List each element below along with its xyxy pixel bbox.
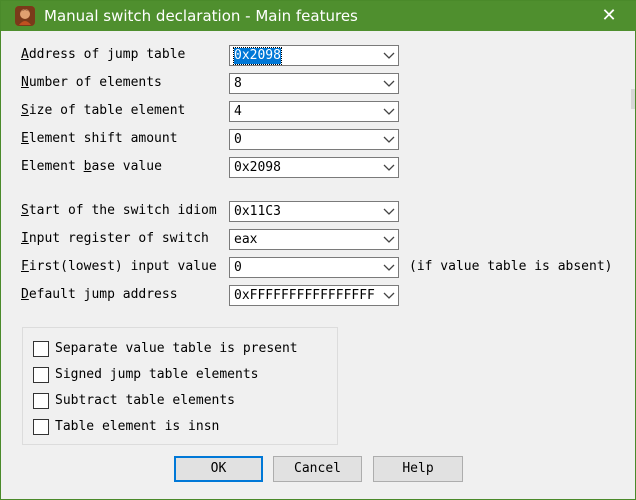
chevron-down-icon[interactable] <box>383 52 395 60</box>
checkbox[interactable] <box>33 367 49 383</box>
close-icon[interactable]: ✕ <box>599 6 619 26</box>
access-key: D <box>21 287 29 302</box>
access-key: b <box>83 159 92 174</box>
app-icon <box>15 6 35 26</box>
combo-value[interactable]: 4 <box>234 104 242 120</box>
combo-value[interactable]: 0x11C3 <box>234 204 281 220</box>
ok-button[interactable]: OK <box>174 456 263 482</box>
number-of-elements-combo[interactable]: 8 <box>229 73 399 94</box>
chevron-down-icon[interactable] <box>383 136 395 144</box>
window-title: Manual switch declaration - Main feature… <box>44 7 358 25</box>
value-table-note: (if value table is absent) <box>409 259 613 274</box>
label-element-base-value: Element base value <box>21 159 162 174</box>
checkbox[interactable] <box>33 393 49 409</box>
default-jump-address-combo[interactable]: 0xFFFFFFFFFFFFFFFF <box>229 285 399 306</box>
checkbox-label[interactable]: Table element is insn <box>55 419 219 435</box>
combo-value[interactable]: 8 <box>234 76 242 92</box>
access-key: S <box>21 203 29 218</box>
combo-value[interactable]: 0x2098 <box>233 47 282 65</box>
element-shift-amount-combo[interactable]: 0 <box>229 129 399 150</box>
combo-value[interactable]: 0xFFFFFFFFFFFFFFFF <box>234 288 375 304</box>
label-size-of-table-element: Size of table element <box>21 103 186 118</box>
label-element-shift-amount: Element shift amount <box>21 131 178 146</box>
combo-value[interactable]: 0 <box>234 132 242 148</box>
checkbox[interactable] <box>33 341 49 357</box>
access-key: N <box>21 75 29 90</box>
access-key: A <box>21 47 29 62</box>
chevron-down-icon[interactable] <box>383 208 395 216</box>
start-of-switch-idiom-combo[interactable]: 0x11C3 <box>229 201 399 222</box>
label-address-of-jump-table: Address of jump table <box>21 47 186 62</box>
chevron-down-icon[interactable] <box>383 80 395 88</box>
first-input-value-combo[interactable]: 0 <box>229 257 399 278</box>
access-key: F <box>21 259 29 274</box>
size-of-table-element-combo[interactable]: 4 <box>229 101 399 122</box>
input-register-combo[interactable]: eax <box>229 229 399 250</box>
combo-value[interactable]: 0x2098 <box>234 160 281 176</box>
label-first-lowest-input-value: First(lowest) input value <box>21 259 217 274</box>
checkbox-label[interactable]: Subtract table elements <box>55 393 235 409</box>
chevron-down-icon[interactable] <box>383 164 395 172</box>
access-key: S <box>21 103 29 118</box>
background-window-edge <box>631 89 635 109</box>
label-start-of-switch-idiom: Start of the switch idiom <box>21 203 217 218</box>
address-of-jump-table-combo[interactable]: 0x2098 <box>229 45 399 66</box>
chevron-down-icon[interactable] <box>383 292 395 300</box>
element-base-value-combo[interactable]: 0x2098 <box>229 157 399 178</box>
manual-switch-dialog: Manual switch declaration - Main feature… <box>0 0 636 500</box>
checkbox[interactable] <box>33 419 49 435</box>
checkbox-label[interactable]: Signed jump table elements <box>55 367 259 383</box>
cancel-button[interactable]: Cancel <box>273 456 362 482</box>
label-number-of-elements: Number of elements <box>21 75 162 90</box>
label-input-register-of-switch: Input register of switch <box>21 231 209 246</box>
checkbox-label[interactable]: Separate value table is present <box>55 341 298 357</box>
help-button[interactable]: Help <box>373 456 463 482</box>
title-bar[interactable]: Manual switch declaration - Main feature… <box>1 1 636 31</box>
chevron-down-icon[interactable] <box>383 264 395 272</box>
access-key: I <box>21 231 29 246</box>
access-key: E <box>21 131 29 146</box>
combo-value[interactable]: 0 <box>234 260 242 276</box>
chevron-down-icon[interactable] <box>383 108 395 116</box>
chevron-down-icon[interactable] <box>383 236 395 244</box>
combo-value[interactable]: eax <box>234 232 257 248</box>
label-default-jump-address: Default jump address <box>21 287 178 302</box>
